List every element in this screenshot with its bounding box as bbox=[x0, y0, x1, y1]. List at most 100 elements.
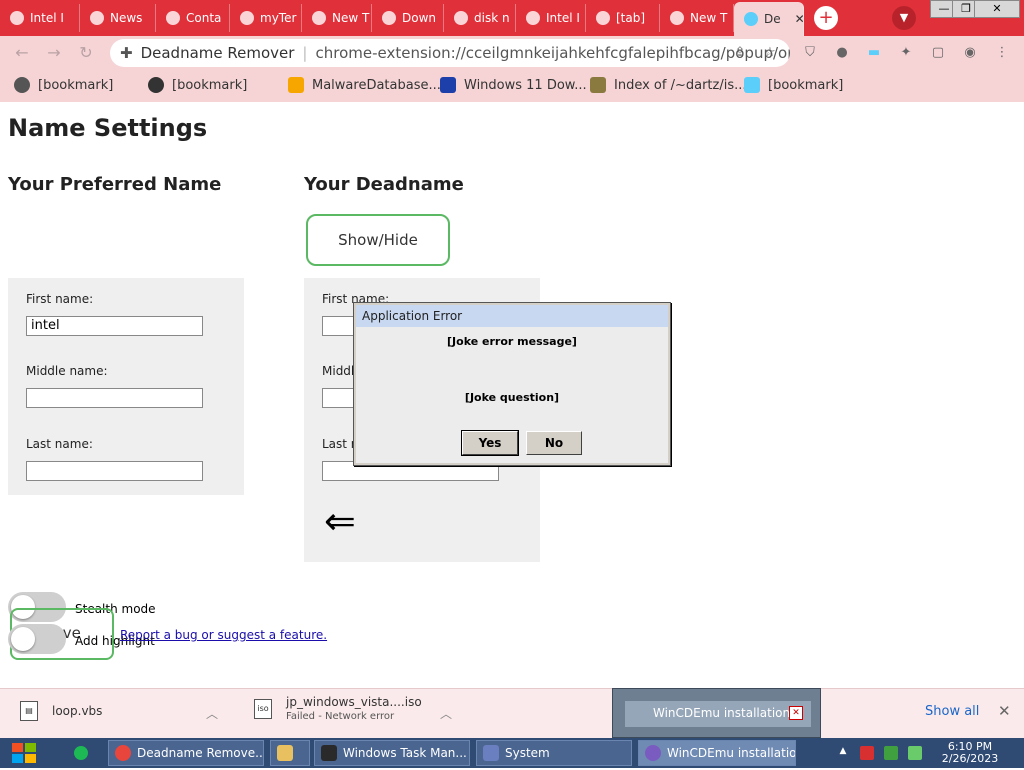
close-icon[interactable]: ✕ bbox=[789, 706, 803, 720]
tab-favicon-icon bbox=[596, 11, 610, 25]
download-item[interactable]: iso jp_windows_vista....iso Failed - Net… bbox=[254, 695, 422, 722]
star-icon[interactable]: ☆ bbox=[762, 45, 778, 61]
bookmark[interactable]: [bookmark] bbox=[148, 77, 247, 93]
add-highlight-toggle[interactable] bbox=[8, 624, 66, 654]
toggle-knob bbox=[11, 627, 35, 651]
tab[interactable]: Conta bbox=[156, 4, 230, 32]
bookmarks-bar: [bookmark] [bookmark] MalwareDatabase...… bbox=[0, 70, 1024, 102]
browser-toolbar: ← → ↻ ✚ Deadname Remover | chrome-extens… bbox=[0, 36, 1024, 70]
folder-icon bbox=[277, 745, 293, 761]
forward-arrow-icon[interactable]: → bbox=[44, 43, 64, 63]
close-icon[interactable]: ✕ bbox=[998, 702, 1011, 720]
download-text: jp_windows_vista....iso Failed - Network… bbox=[286, 695, 422, 722]
task-manager-icon bbox=[321, 745, 337, 761]
download-status: Failed - Network error bbox=[286, 711, 395, 722]
ph-icon bbox=[288, 77, 304, 93]
deadname-heading: Your Deadname bbox=[304, 174, 464, 195]
globe-icon bbox=[148, 77, 164, 93]
bookmark[interactable]: Index of /~dartz/is... bbox=[590, 77, 747, 93]
dialog-question: [Joke question] bbox=[464, 391, 560, 404]
tab[interactable]: Intel I bbox=[516, 4, 586, 32]
report-bug-link[interactable]: Report a bug or suggest a feature. bbox=[120, 628, 327, 642]
tab[interactable]: News bbox=[80, 4, 156, 32]
preferred-name-heading: Your Preferred Name bbox=[8, 174, 222, 195]
close-tab-icon[interactable]: ✕ bbox=[795, 12, 803, 26]
bookmark[interactable]: MalwareDatabase... bbox=[288, 77, 441, 93]
tab-favicon-icon bbox=[166, 11, 180, 25]
chevron-down-icon[interactable]: ▼ bbox=[892, 6, 916, 30]
tab-favicon-icon bbox=[10, 11, 24, 25]
show-all-downloads-link[interactable]: Show all bbox=[925, 704, 979, 719]
address-url: chrome-extension://cceilgmnkeijahkehfcgf… bbox=[315, 44, 790, 62]
chevron-up-icon[interactable]: ︿ bbox=[206, 705, 218, 722]
dialog-message: [Joke error message] bbox=[447, 335, 577, 348]
menu-icon[interactable]: ⋮ bbox=[994, 45, 1010, 61]
tray-expand-icon[interactable]: ▲ bbox=[836, 746, 850, 760]
show-hide-button[interactable]: Show/Hide bbox=[306, 214, 450, 266]
first-name-field[interactable]: intel bbox=[26, 316, 203, 336]
windows-start-icon[interactable] bbox=[8, 740, 42, 766]
yes-button[interactable]: Yes bbox=[461, 430, 519, 456]
left-arrow-icon: ⇐ bbox=[324, 499, 356, 543]
reload-icon[interactable]: ↻ bbox=[76, 43, 96, 63]
taskbar-item-wincdemu[interactable]: WinCDEmu installation bbox=[638, 740, 796, 766]
trans-flag-icon[interactable]: ▬ bbox=[866, 45, 882, 61]
tab[interactable]: [tab] bbox=[586, 4, 660, 32]
tab[interactable]: disk n bbox=[444, 4, 516, 32]
taskbar-preview-popup: WinCDEmu installation ✕ bbox=[612, 688, 821, 738]
dialog-title[interactable]: Application Error bbox=[356, 305, 668, 327]
wincdemu-icon bbox=[645, 745, 661, 761]
ublock-icon[interactable]: ⛉ bbox=[802, 45, 818, 61]
side-panel-icon[interactable]: ▢ bbox=[930, 45, 946, 61]
taskbar-item-system[interactable]: System bbox=[476, 740, 632, 766]
clock-date: 2/26/2023 bbox=[941, 752, 999, 765]
network-icon[interactable] bbox=[884, 746, 898, 760]
tab[interactable]: New T bbox=[660, 4, 734, 32]
first-name-label: First name: bbox=[26, 292, 94, 306]
chevron-up-icon[interactable]: ︿ bbox=[440, 705, 452, 722]
address-site-name: Deadname Remover bbox=[140, 44, 295, 62]
trans-flag-icon bbox=[744, 77, 760, 93]
page-title: Name Settings bbox=[8, 114, 208, 142]
share-icon[interactable]: ⇪ bbox=[732, 45, 748, 61]
puzzle-icon: ✚ bbox=[120, 44, 133, 62]
profile-icon[interactable]: ◉ bbox=[962, 45, 978, 61]
avatar-extension-icon[interactable]: ● bbox=[834, 45, 850, 61]
taskbar-item-explorer[interactable] bbox=[270, 740, 310, 766]
preferred-name-panel: First name: intel Middle name: Last name… bbox=[8, 278, 244, 495]
no-button[interactable]: No bbox=[526, 431, 582, 455]
tab[interactable]: Down bbox=[372, 4, 444, 32]
user-icon bbox=[14, 77, 30, 93]
download-item[interactable]: ▤ loop.vbs bbox=[20, 701, 102, 721]
extensions-icon[interactable]: ✦ bbox=[898, 45, 914, 61]
flag-icon[interactable] bbox=[860, 746, 874, 760]
bookmark[interactable]: Windows 11 Dow... bbox=[440, 77, 587, 93]
taskbar-item-task-manager[interactable]: Windows Task Man... bbox=[314, 740, 470, 766]
clock[interactable]: 6:10 PM 2/26/2023 bbox=[938, 741, 1002, 765]
wincdemu-preview[interactable]: WinCDEmu installation ✕ bbox=[625, 701, 811, 727]
trans-flag-icon bbox=[744, 12, 758, 26]
middle-name-field[interactable] bbox=[26, 388, 203, 408]
back-arrow-icon[interactable]: ← bbox=[12, 43, 32, 63]
bookmark[interactable]: [bookmark] bbox=[14, 77, 113, 93]
tab-favicon-icon bbox=[90, 11, 104, 25]
close-window-button[interactable]: ✕ bbox=[974, 0, 1020, 18]
new-tab-button[interactable]: + bbox=[814, 6, 838, 30]
tab[interactable]: New T bbox=[302, 4, 372, 32]
folder-icon bbox=[590, 77, 606, 93]
dialog-body: [Joke error message] [Joke question] Yes… bbox=[356, 327, 668, 463]
taskbar-item-chrome[interactable]: Deadname Remove... bbox=[108, 740, 264, 766]
tab[interactable]: Intel I bbox=[0, 4, 80, 32]
tab-active[interactable]: De ✕ bbox=[734, 2, 804, 36]
address-separator: | bbox=[302, 44, 308, 62]
bookmark[interactable]: [bookmark] bbox=[744, 77, 843, 93]
tab-strip: Intel I News Conta myTer New T Down disk… bbox=[0, 0, 1024, 36]
tab[interactable]: myTer bbox=[230, 4, 302, 32]
last-name-field[interactable] bbox=[26, 461, 203, 481]
tab-favicon-icon bbox=[526, 11, 540, 25]
script-file-icon: ▤ bbox=[20, 701, 38, 721]
volume-icon[interactable] bbox=[908, 746, 922, 760]
address-bar[interactable]: ✚ Deadname Remover | chrome-extension://… bbox=[110, 39, 790, 67]
iso-file-icon: iso bbox=[254, 698, 272, 719]
spotify-icon[interactable] bbox=[74, 746, 88, 760]
